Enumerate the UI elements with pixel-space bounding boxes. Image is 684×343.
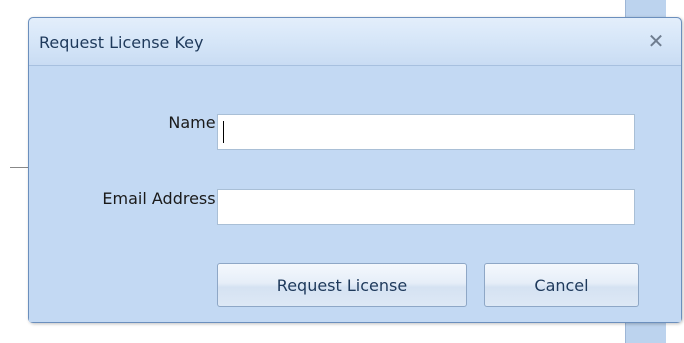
request-license-button[interactable]: Request License — [217, 263, 467, 307]
email-input[interactable] — [217, 189, 635, 225]
name-label: Name: — [168, 113, 221, 132]
background-left-strip — [0, 0, 10, 343]
background-divider — [10, 167, 28, 168]
email-label: Email Address: — [102, 189, 221, 208]
dialog-body: Name: Email Address: Request License Can… — [29, 66, 681, 322]
close-button[interactable]: ✕ — [643, 28, 669, 54]
dialog-title: Request License Key — [39, 33, 204, 52]
cancel-button[interactable]: Cancel — [484, 263, 639, 307]
name-input[interactable] — [217, 114, 635, 150]
close-icon: ✕ — [647, 29, 665, 53]
request-license-dialog: Request License Key ✕ Name: Email Addres… — [28, 17, 682, 323]
dialog-titlebar[interactable]: Request License Key ✕ — [29, 18, 681, 66]
text-caret — [223, 121, 224, 143]
